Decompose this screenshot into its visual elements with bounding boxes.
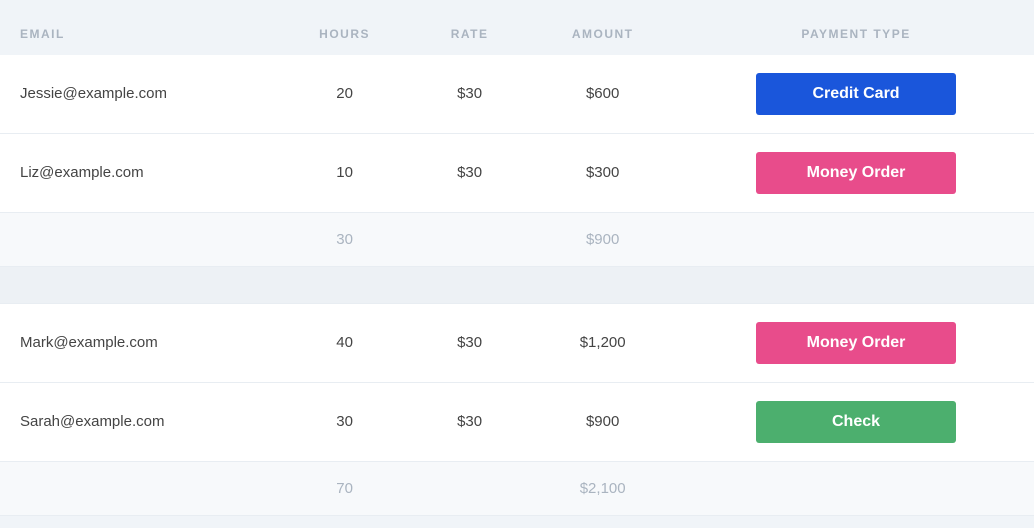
cell-hours: 30 <box>277 382 412 461</box>
subtotal-rate <box>412 212 527 266</box>
table-row: Mark@example.com 40 $30 $1,200 Money Ord… <box>0 303 1034 382</box>
subtotal-rate <box>412 461 527 515</box>
subtotal-hours: 70 <box>277 461 412 515</box>
cell-rate: $30 <box>412 133 527 212</box>
col-header-rate: RATE <box>412 13 527 55</box>
subtotal-amount: $2,100 <box>527 461 678 515</box>
table-row: Liz@example.com 10 $30 $300 Money Order <box>0 133 1034 212</box>
cell-rate: $30 <box>412 55 527 134</box>
data-table: EMAIL HOURS RATE AMOUNT PAYMENT TYPE Jes… <box>0 13 1034 516</box>
subtotal-amount: $900 <box>527 212 678 266</box>
table-header-row: EMAIL HOURS RATE AMOUNT PAYMENT TYPE <box>0 13 1034 55</box>
subtotal-row: 70 $2,100 <box>0 461 1034 515</box>
cell-payment-type: Check <box>678 382 1034 461</box>
cell-email: Sarah@example.com <box>0 382 277 461</box>
cell-amount: $600 <box>527 55 678 134</box>
table-row: Sarah@example.com 30 $30 $900 Check <box>0 382 1034 461</box>
subtotal-row: 30 $900 <box>0 212 1034 266</box>
cell-email: Liz@example.com <box>0 133 277 212</box>
cell-payment-type: Credit Card <box>678 55 1034 134</box>
table-wrapper: EMAIL HOURS RATE AMOUNT PAYMENT TYPE Jes… <box>0 13 1034 516</box>
payment-type-badge: Check <box>756 401 956 443</box>
cell-rate: $30 <box>412 382 527 461</box>
cell-hours: 40 <box>277 303 412 382</box>
cell-amount: $900 <box>527 382 678 461</box>
subtotal-label <box>0 212 277 266</box>
col-header-email: EMAIL <box>0 13 277 55</box>
cell-payment-type: Money Order <box>678 133 1034 212</box>
payment-type-badge: Credit Card <box>756 73 956 115</box>
payment-type-badge: Money Order <box>756 322 956 364</box>
cell-amount: $1,200 <box>527 303 678 382</box>
col-header-hours: HOURS <box>277 13 412 55</box>
cell-hours: 10 <box>277 133 412 212</box>
col-header-payment-type: PAYMENT TYPE <box>678 13 1034 55</box>
cell-email: Mark@example.com <box>0 303 277 382</box>
cell-rate: $30 <box>412 303 527 382</box>
col-header-amount: AMOUNT <box>527 13 678 55</box>
payment-type-badge: Money Order <box>756 152 956 194</box>
cell-payment-type: Money Order <box>678 303 1034 382</box>
cell-email: Jessie@example.com <box>0 55 277 134</box>
table-row: Jessie@example.com 20 $30 $600 Credit Ca… <box>0 55 1034 134</box>
subtotal-label <box>0 461 277 515</box>
subtotal-payment <box>678 461 1034 515</box>
cell-hours: 20 <box>277 55 412 134</box>
group-divider <box>0 266 1034 303</box>
subtotal-payment <box>678 212 1034 266</box>
subtotal-hours: 30 <box>277 212 412 266</box>
cell-amount: $300 <box>527 133 678 212</box>
